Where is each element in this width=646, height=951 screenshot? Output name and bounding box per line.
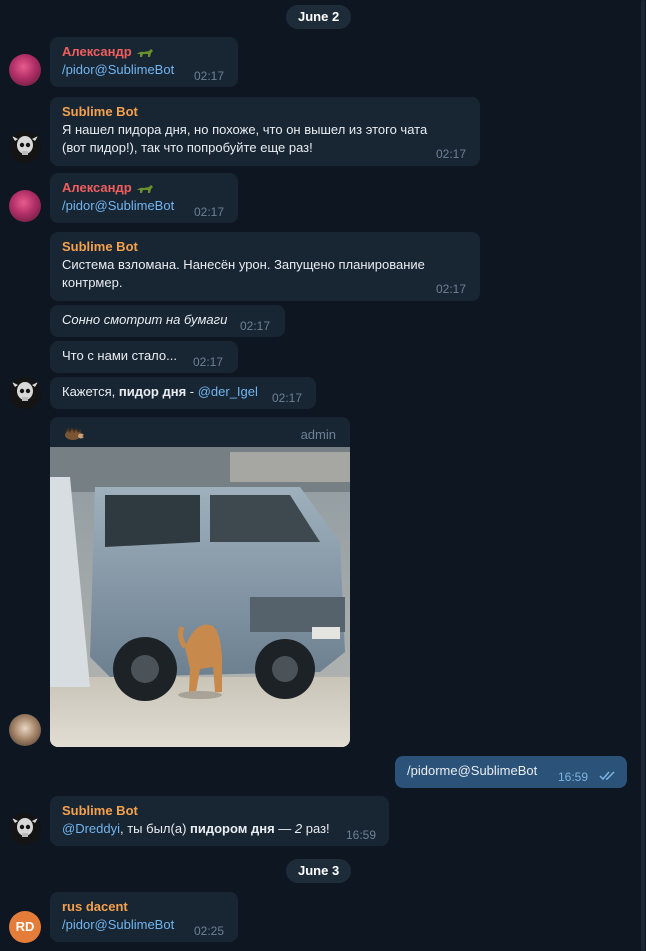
message-time: 16:59: [346, 828, 377, 842]
message-text: Сонно смотрит на бумаги: [62, 312, 228, 327]
double-check-read-icon: [599, 771, 615, 781]
message-text: Что с нами стало...: [62, 348, 177, 363]
sender-name[interactable]: Александр: [62, 43, 226, 61]
bold-text: пидор дня: [118, 384, 187, 399]
text-dash: —: [274, 821, 295, 836]
message-text-line: (вот пидор!), так что попробуйте еще раз…: [62, 140, 313, 155]
van-photo-graphic: [50, 447, 350, 747]
dog-emoji-icon: [136, 184, 153, 193]
command-link[interactable]: /pidor@SublimeBot: [62, 917, 174, 932]
message-text-line: контрмер.: [62, 275, 123, 290]
message-bubble[interactable]: Sublime Bot Система взломана. Нанесён ур…: [50, 232, 480, 301]
message-time: 02:25: [194, 924, 225, 938]
avatar-rus-dacent[interactable]: RD: [9, 911, 41, 943]
command-link[interactable]: /pidor@SublimeBot: [62, 62, 174, 77]
message-time: 02:17: [272, 391, 303, 405]
text-middle: , ты был(а): [120, 821, 191, 836]
avatar-sublime-bot[interactable]: [9, 131, 41, 163]
avatar-alexander[interactable]: [9, 54, 41, 86]
bot-skull-icon: [9, 131, 41, 163]
avatar-initials: RD: [15, 919, 35, 934]
avatar-alexander[interactable]: [9, 190, 41, 222]
message-bubble[interactable]: Sublime Bot Я нашел пидора дня, но похож…: [50, 97, 480, 166]
message-bubble[interactable]: rus dacent /pidor@SublimeBot 02:25: [50, 892, 238, 942]
dog-emoji-icon: [136, 48, 153, 57]
message-bubble[interactable]: Sublime Bot @Dreddyi, ты был(а) пидором …: [50, 796, 389, 846]
sender-label: Александр: [62, 44, 132, 59]
date-separator: June 3: [286, 859, 352, 883]
sender-name[interactable]: Sublime Bot: [62, 103, 468, 121]
message-time: 02:17: [194, 69, 225, 83]
message-time: 02:17: [240, 319, 271, 333]
outgoing-message-bubble[interactable]: /pidorme@SublimeBot 16:59: [395, 756, 627, 788]
message-time: 02:17: [193, 355, 224, 369]
message-text: @Dreddyi, ты был(а) пидором дня — 2 раз!: [62, 821, 330, 836]
message-bubble[interactable]: Кажется, пидор дня - @der_Igel 02:17: [50, 377, 316, 409]
date-label: June 3: [298, 863, 340, 878]
user-mention-link[interactable]: @der_Igel: [198, 384, 258, 399]
text-prefix: Кажется,: [62, 384, 119, 399]
message-bubble[interactable]: Александр /pidor@SublimeBot 02:17: [50, 37, 238, 87]
sender-name[interactable]: rus dacent: [62, 898, 226, 916]
sender-label: Александр: [62, 180, 132, 195]
message-bubble[interactable]: Александр /pidor@SublimeBot 02:17: [50, 173, 238, 223]
sender-name[interactable]: Sublime Bot: [62, 238, 468, 256]
bot-skull-icon: [9, 813, 41, 845]
date-label: June 2: [298, 9, 340, 24]
chat-scrollbar[interactable]: [640, 0, 646, 951]
message-time: 02:17: [194, 205, 225, 219]
message-time: 02:17: [436, 147, 467, 161]
text-suffix: раз!: [302, 821, 330, 836]
photo-message-bubble[interactable]: admin: [50, 417, 350, 747]
hedgehog-emoji-icon: [65, 428, 84, 440]
command-link[interactable]: /pidor@SublimeBot: [62, 198, 174, 213]
message-bubble[interactable]: Что с нами стало... 02:17: [50, 341, 238, 373]
sender-name[interactable]: Александр: [62, 179, 226, 197]
message-time: 16:59: [558, 770, 589, 784]
message-text-line: Система взломана. Нанесён урон. Запущено…: [62, 257, 425, 272]
avatar-sublime-bot[interactable]: [9, 377, 41, 409]
message-text: Кажется, пидор дня - @der_Igel: [62, 384, 258, 399]
sender-name[interactable]: Sublime Bot: [62, 802, 377, 820]
text-separator: -: [186, 384, 198, 399]
user-mention-link[interactable]: @Dreddyi: [62, 821, 120, 836]
message-time: 02:17: [436, 282, 467, 296]
avatar-dreddyi[interactable]: [9, 714, 41, 746]
message-text-line: Я нашел пидора дня, но похоже, что он вы…: [62, 122, 428, 137]
message-text: /pidorme@SublimeBot: [407, 763, 538, 778]
bold-text: пидором дня: [190, 821, 275, 836]
avatar-sublime-bot[interactable]: [9, 813, 41, 845]
scrollbar-thumb[interactable]: [641, 0, 645, 951]
photo-image[interactable]: [50, 447, 350, 747]
message-bubble[interactable]: Сонно смотрит на бумаги 02:17: [50, 305, 285, 337]
date-separator: June 2: [286, 5, 352, 29]
bot-skull-icon: [9, 377, 41, 409]
admin-badge: admin: [300, 427, 336, 442]
